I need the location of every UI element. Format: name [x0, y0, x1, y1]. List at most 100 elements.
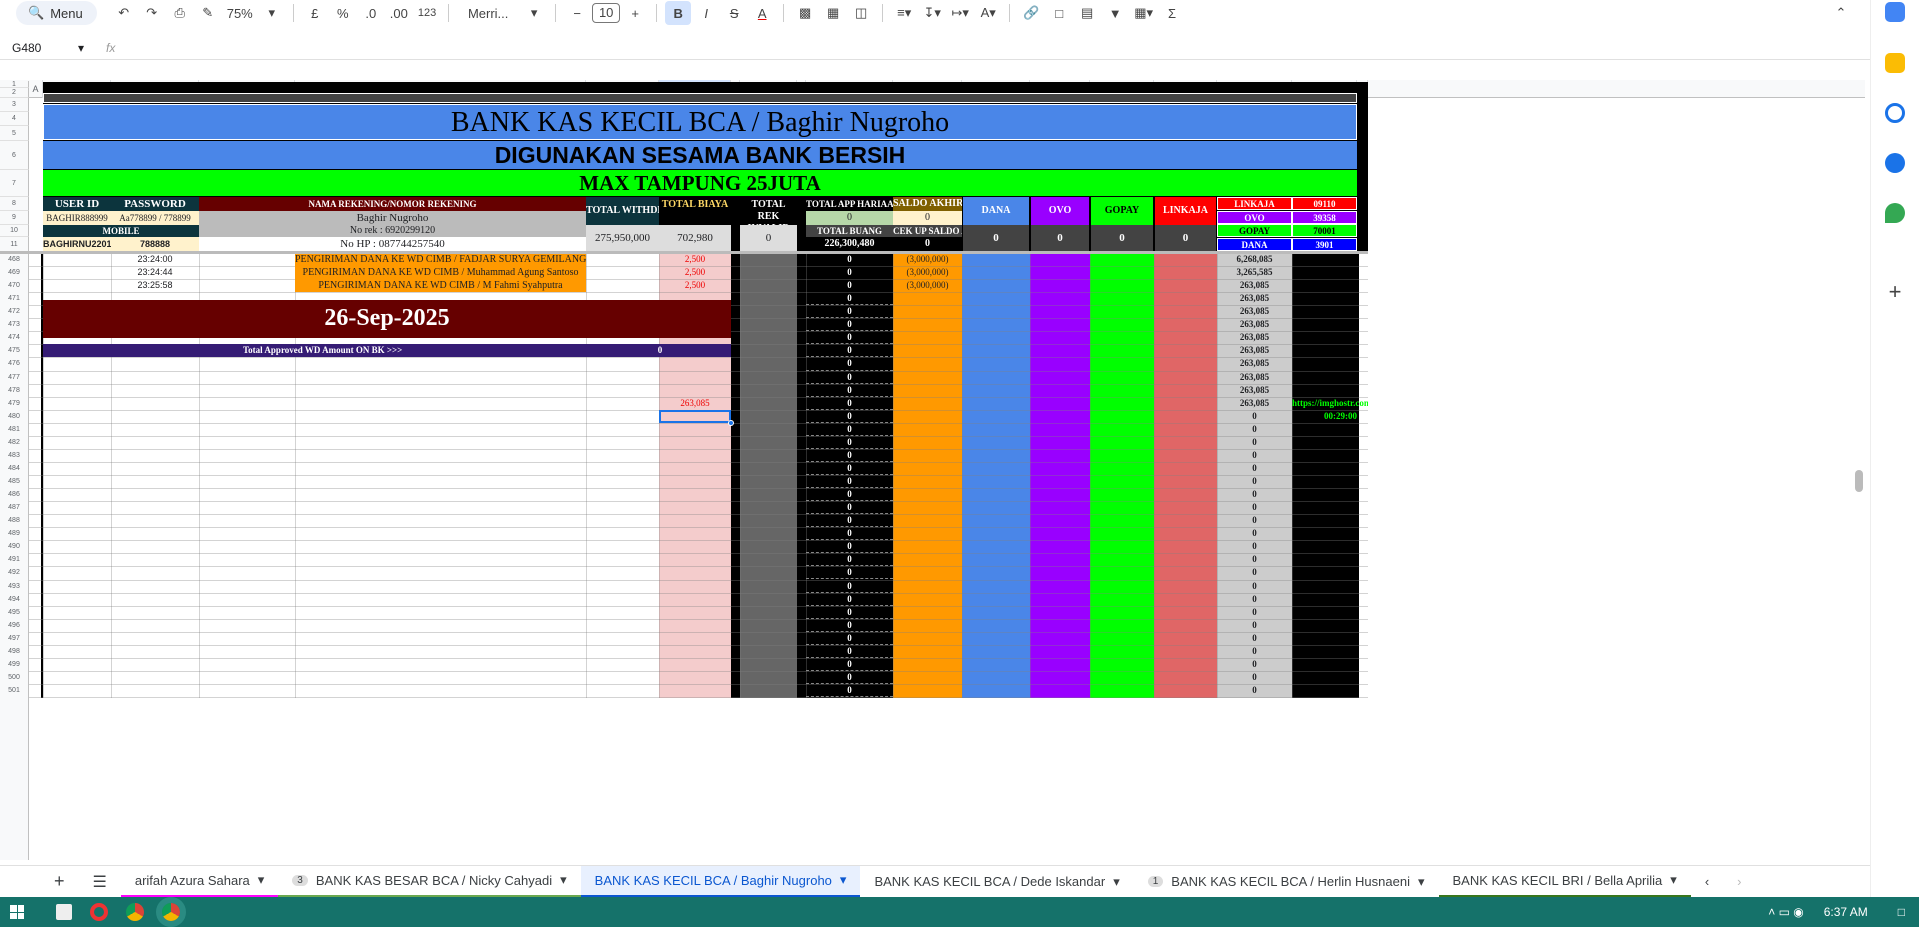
increase-decimal-button[interactable]: .00: [386, 1, 412, 25]
chevron-left-icon[interactable]: ‹: [1691, 866, 1723, 898]
zoom-select[interactable]: 75%: [223, 1, 257, 25]
font-select[interactable]: Merri...: [457, 1, 519, 25]
maps-icon[interactable]: [1885, 203, 1905, 223]
row-number[interactable]: 474: [0, 331, 29, 345]
row-number[interactable]: 472: [0, 305, 29, 319]
row-number[interactable]: 495: [0, 605, 29, 619]
row-number[interactable]: 8: [0, 197, 29, 211]
row-number[interactable]: 485: [0, 475, 29, 489]
row-number[interactable]: 477: [0, 370, 29, 384]
row-number[interactable]: 487: [0, 501, 29, 515]
row-number[interactable]: 7: [0, 170, 29, 197]
menu-search[interactable]: 🔍 Menu: [16, 1, 97, 25]
plus-icon[interactable]: +: [622, 1, 648, 25]
align-vertical-icon[interactable]: ↧▾: [919, 1, 945, 25]
fill-handle[interactable]: [728, 419, 734, 426]
row-number[interactable]: 490: [0, 540, 29, 554]
clock[interactable]: 6:37 AM: [1824, 905, 1868, 919]
text-color-icon[interactable]: A: [749, 1, 775, 25]
align-horizontal-icon[interactable]: ≡▾: [891, 1, 917, 25]
calendar-icon[interactable]: [1885, 2, 1905, 22]
row-number[interactable]: 10: [0, 225, 29, 237]
minus-icon[interactable]: −: [564, 1, 590, 25]
row-number[interactable]: 469: [0, 266, 29, 280]
file-explorer-icon[interactable]: [56, 904, 72, 920]
row-number[interactable]: 481: [0, 422, 29, 436]
row-number[interactable]: 470: [0, 279, 29, 293]
print-icon[interactable]: ⎙: [167, 1, 193, 25]
sheet-tab-active[interactable]: BANK KAS KECIL BCA / Baghir Nugroho ▾: [580, 865, 861, 898]
row-number[interactable]: 471: [0, 292, 29, 306]
row-number[interactable]: 501: [0, 683, 29, 698]
sheet-tab[interactable]: BANK KAS KECIL BCA / Dede Iskandar ▾: [860, 866, 1133, 898]
redo-icon[interactable]: ↷: [139, 1, 165, 25]
row-number[interactable]: 484: [0, 461, 29, 475]
row-number[interactable]: 476: [0, 357, 29, 371]
chart-icon[interactable]: ▤: [1074, 1, 1100, 25]
tasks-icon[interactable]: [1885, 103, 1905, 123]
row-number[interactable]: 494: [0, 592, 29, 606]
borders-icon[interactable]: ▦: [820, 1, 846, 25]
row-number[interactable]: 482: [0, 435, 29, 449]
contacts-icon[interactable]: [1885, 153, 1905, 173]
row-number[interactable]: 493: [0, 579, 29, 593]
italic-icon[interactable]: I: [693, 1, 719, 25]
row-number[interactable]: 491: [0, 553, 29, 567]
sheet-tab[interactable]: 3 BANK KAS BESAR BCA / Nicky Cahyadi ▾: [278, 866, 581, 898]
row-number[interactable]: 2: [0, 88, 29, 98]
row-number[interactable]: 6: [0, 141, 29, 170]
paint-format-icon[interactable]: ✎: [195, 1, 221, 25]
filter-icon[interactable]: ▼: [1102, 1, 1128, 25]
formula-input[interactable]: [130, 38, 1870, 58]
chevron-down-icon[interactable]: ▾: [521, 1, 547, 25]
link-icon[interactable]: 🔗: [1018, 1, 1044, 25]
merge-icon[interactable]: ◫: [848, 1, 874, 25]
number-format-button[interactable]: 123: [414, 1, 440, 25]
name-box[interactable]: G480 ▾: [0, 41, 90, 55]
currency-button[interactable]: £: [302, 1, 328, 25]
row-number[interactable]: 497: [0, 631, 29, 645]
row-number[interactable]: 479: [0, 396, 29, 410]
selected-cell-g480[interactable]: [659, 409, 731, 423]
comment-icon[interactable]: □: [1046, 1, 1072, 25]
row-number[interactable]: 5: [0, 126, 29, 141]
chevron-up-icon[interactable]: ⌃: [1828, 1, 1854, 25]
functions-icon[interactable]: Σ: [1159, 1, 1185, 25]
row-number[interactable]: 4: [0, 112, 29, 126]
row-number[interactable]: 480: [0, 409, 29, 423]
row-number[interactable]: 468: [0, 253, 29, 267]
fill-color-icon[interactable]: ▩: [792, 1, 818, 25]
row-number[interactable]: 489: [0, 527, 29, 541]
keep-icon[interactable]: [1885, 53, 1905, 73]
add-sheet-icon[interactable]: +: [40, 866, 79, 898]
row-number[interactable]: 499: [0, 657, 29, 671]
chevron-down-icon[interactable]: ▾: [259, 1, 285, 25]
vertical-scrollbar[interactable]: [1855, 470, 1863, 492]
row-number[interactable]: 500: [0, 670, 29, 684]
rotate-icon[interactable]: A▾: [975, 1, 1001, 25]
sheet-tab[interactable]: 1 BANK KAS KECIL BCA / Herlin Husnaeni ▾: [1134, 866, 1439, 898]
strikethrough-icon[interactable]: S: [721, 1, 747, 25]
filter-views-icon[interactable]: ▦▾: [1130, 1, 1157, 25]
row-number[interactable]: 486: [0, 488, 29, 502]
row-number[interactable]: 473: [0, 318, 29, 332]
row-number[interactable]: 488: [0, 514, 29, 528]
chevron-right-icon[interactable]: ›: [1723, 866, 1755, 898]
row-number[interactable]: 478: [0, 383, 29, 397]
decrease-decimal-button[interactable]: .0: [358, 1, 384, 25]
notification-icon[interactable]: □: [1898, 905, 1905, 919]
all-sheets-icon[interactable]: ☰: [79, 866, 121, 898]
column-header-a[interactable]: A: [29, 80, 43, 98]
wrap-icon[interactable]: ↦▾: [947, 1, 973, 25]
undo-icon[interactable]: ↶: [111, 1, 137, 25]
row-number[interactable]: 496: [0, 618, 29, 632]
tray-icons[interactable]: ˄ ▭ ◉: [1768, 905, 1803, 919]
row-number[interactable]: 475: [0, 344, 29, 358]
row-number[interactable]: 498: [0, 644, 29, 658]
row-number[interactable]: 492: [0, 566, 29, 580]
spreadsheet-grid[interactable]: ABCDEFGHIJKLMNOPQRS BANK KAS KECIL BCA /…: [0, 80, 1865, 860]
row-number[interactable]: 3: [0, 98, 29, 112]
row-number[interactable]: 9: [0, 211, 29, 225]
sheet-tab[interactable]: arifah Azura Sahara ▾: [120, 866, 279, 898]
chrome-icon[interactable]: [126, 903, 144, 921]
